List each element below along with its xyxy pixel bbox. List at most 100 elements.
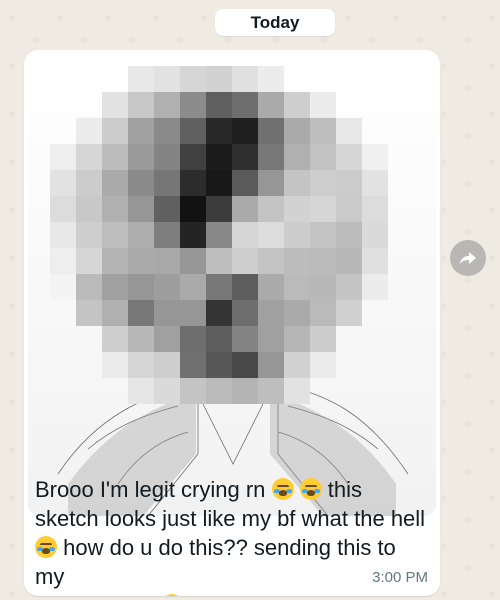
mosaic-cell — [258, 352, 284, 378]
mosaic-cell — [180, 352, 206, 378]
mosaic-cell — [232, 66, 258, 92]
mosaic-cell — [76, 248, 102, 274]
mosaic-cell — [336, 196, 362, 222]
mosaic-cell — [154, 92, 180, 118]
mosaic-cell — [154, 118, 180, 144]
mosaic-cell — [154, 144, 180, 170]
mosaic-cell — [206, 118, 232, 144]
mosaic-cell — [180, 274, 206, 300]
mosaic-cell — [180, 378, 206, 404]
mosaic-cell — [180, 222, 206, 248]
mosaic-cell — [232, 274, 258, 300]
mosaic-cell — [336, 274, 362, 300]
mosaic-cell — [258, 118, 284, 144]
mosaic-cell — [128, 274, 154, 300]
mosaic-cell — [310, 274, 336, 300]
mosaic-cell — [180, 170, 206, 196]
forward-button[interactable] — [450, 240, 486, 276]
mosaic-cell — [154, 196, 180, 222]
mosaic-cell — [284, 92, 310, 118]
mosaic-cell — [362, 196, 388, 222]
message-text-part-3: how do u do this?? sending this to my fr… — [35, 535, 396, 596]
mosaic-cell — [310, 118, 336, 144]
mosaic-cell — [310, 222, 336, 248]
crying-emoji-icon — [299, 478, 322, 500]
mosaic-cell — [258, 326, 284, 352]
message-image[interactable] — [28, 54, 436, 516]
mosaic-cell — [206, 144, 232, 170]
mosaic-cell — [102, 352, 128, 378]
mosaic-cell — [102, 274, 128, 300]
crying-emoji-icon — [271, 478, 294, 500]
pixelated-portrait — [28, 54, 436, 516]
mosaic-cell — [102, 196, 128, 222]
mosaic-cell — [154, 274, 180, 300]
forward-arrow-icon — [460, 252, 476, 265]
mosaic-cell — [258, 378, 284, 404]
mosaic-cell — [180, 144, 206, 170]
laughing-emoji-icon — [160, 594, 183, 596]
mosaic-cell — [154, 170, 180, 196]
mosaic-cell — [310, 352, 336, 378]
mosaic-cell — [128, 196, 154, 222]
mosaic-cell — [336, 118, 362, 144]
mosaic-cell — [206, 196, 232, 222]
mosaic-cell — [258, 248, 284, 274]
mosaic-cell — [50, 196, 76, 222]
mosaic-cell — [232, 196, 258, 222]
mosaic-cell — [284, 378, 310, 404]
mosaic-cell — [336, 222, 362, 248]
mosaic-cell — [232, 300, 258, 326]
mosaic-cell — [128, 222, 154, 248]
mosaic-cell — [284, 170, 310, 196]
mosaic-cell — [258, 92, 284, 118]
mosaic-cell — [310, 326, 336, 352]
mosaic-cell — [180, 326, 206, 352]
mosaic-cell — [206, 274, 232, 300]
mosaic-cell — [128, 66, 154, 92]
mosaic-cell — [206, 170, 232, 196]
mosaic-cell — [206, 222, 232, 248]
mosaic-cell — [76, 170, 102, 196]
mosaic-cell — [154, 300, 180, 326]
mosaic-cell — [232, 92, 258, 118]
mosaic-cell — [128, 248, 154, 274]
mosaic-cell — [310, 144, 336, 170]
mosaic-cell — [102, 326, 128, 352]
mosaic-cell — [50, 248, 76, 274]
mosaic-cell — [180, 196, 206, 222]
mosaic-cell — [128, 326, 154, 352]
message-timestamp: 3:00 PM — [372, 569, 428, 586]
mosaic-cell — [76, 118, 102, 144]
mosaic-cell — [232, 326, 258, 352]
mosaic-cell — [128, 92, 154, 118]
mosaic-cell — [180, 248, 206, 274]
message-text: Brooo I'm legit crying rn this sketch lo… — [35, 475, 427, 596]
mosaic-cell — [362, 274, 388, 300]
mosaic-cell — [128, 300, 154, 326]
mosaic-cell — [362, 144, 388, 170]
mosaic-cell — [206, 300, 232, 326]
mosaic-cell — [284, 274, 310, 300]
mosaic-cell — [232, 378, 258, 404]
message-bubble[interactable]: Brooo I'm legit crying rn this sketch lo… — [24, 50, 440, 596]
mosaic-cell — [154, 248, 180, 274]
mosaic-cell — [102, 222, 128, 248]
mosaic-cell — [206, 66, 232, 92]
mosaic-cell — [102, 170, 128, 196]
mosaic-cell — [258, 144, 284, 170]
mosaic-cell — [50, 274, 76, 300]
mosaic-cell — [128, 378, 154, 404]
mosaic-cell — [362, 248, 388, 274]
mosaic-cell — [362, 222, 388, 248]
mosaic-cell — [50, 144, 76, 170]
mosaic-cell — [232, 222, 258, 248]
mosaic-cell — [206, 326, 232, 352]
mosaic-cell — [76, 300, 102, 326]
mosaic-cell — [310, 300, 336, 326]
mosaic-cell — [154, 222, 180, 248]
mosaic-cell — [102, 144, 128, 170]
mosaic-cell — [128, 118, 154, 144]
mosaic-cell — [336, 144, 362, 170]
mosaic-cell — [336, 170, 362, 196]
